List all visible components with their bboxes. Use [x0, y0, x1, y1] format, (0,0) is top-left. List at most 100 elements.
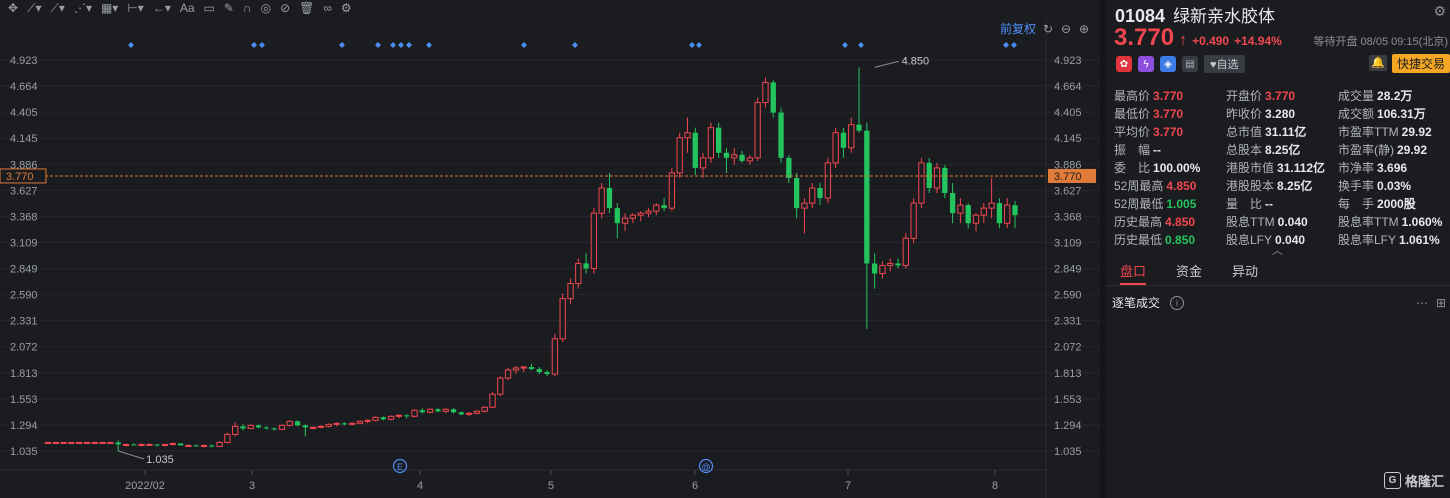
candle-body	[739, 154, 745, 161]
y-tick-label-left: 2.072	[10, 342, 38, 354]
event-marker	[426, 42, 432, 48]
stat-label: 股息LFY	[1226, 233, 1273, 247]
candle-body	[286, 420, 293, 426]
candle-body	[778, 112, 784, 158]
candle-body	[224, 433, 231, 443]
candle-body	[341, 423, 347, 425]
zoom-out-icon[interactable]: ⊖	[1060, 22, 1072, 36]
reset-icon[interactable]: ↻	[1042, 22, 1054, 36]
y-tick-label-left: 3.109	[10, 237, 38, 249]
candle-body	[949, 193, 956, 214]
current-price-label-left: 3.770	[6, 171, 34, 183]
stat-label: 最低价	[1114, 107, 1151, 121]
quote-stat: 市盈率(静) 29.92	[1338, 142, 1450, 158]
quick-trade-button[interactable]: 快捷交易	[1392, 54, 1450, 73]
y-tick-label-right: 3.109	[1054, 237, 1082, 249]
quote-stat: 股息率TTM 1.060%	[1338, 214, 1450, 230]
tab-fund-flow[interactable]: 资金	[1176, 258, 1202, 285]
candle-body	[185, 444, 192, 447]
candle-body	[731, 154, 738, 159]
candle-body	[801, 202, 808, 209]
stat-label: 港股市值	[1226, 161, 1275, 175]
y-tick-label-right: 1.294	[1054, 420, 1082, 432]
quote-stat: 昨收价 3.280	[1226, 106, 1338, 122]
candle-body	[232, 425, 239, 435]
quote-stat: 每 手 2000股	[1338, 196, 1450, 212]
stat-value: 100.00%	[1153, 161, 1201, 175]
y-tick-label-right: 2.072	[1054, 342, 1082, 354]
candle-body	[723, 152, 730, 158]
candle-body	[598, 187, 605, 214]
quote-stat: 最低价 3.770	[1114, 106, 1226, 122]
y-tick-label-right: 3.627	[1054, 185, 1082, 197]
candle-body	[856, 124, 862, 131]
candle-body	[52, 441, 59, 444]
lightning-icon[interactable]: ϟ	[1138, 56, 1154, 72]
tab-anomaly[interactable]: 异动	[1232, 258, 1258, 285]
event-marker	[375, 42, 381, 48]
y-tick-label-right: 1.813	[1054, 368, 1082, 380]
stock-tags: ✿ ϟ ◈ ▤ ♥自选	[1116, 55, 1245, 73]
event-marker	[689, 42, 695, 48]
y-tick-label-right: 1.553	[1054, 394, 1082, 406]
candle-body	[356, 420, 364, 424]
y-tick-label-right: 4.145	[1054, 133, 1082, 145]
quote-stat: 委 比 100.00%	[1114, 160, 1226, 176]
tab-orderbook[interactable]: 盘口	[1120, 258, 1147, 285]
candle-body	[551, 338, 559, 375]
stat-value: 106.31万	[1377, 107, 1426, 121]
stat-value: 2000股	[1377, 197, 1416, 211]
y-tick-label-left: 4.923	[10, 55, 38, 67]
candle-body	[473, 410, 481, 414]
more-icon[interactable]: ⋯	[1416, 296, 1428, 310]
stat-label: 总股本	[1226, 143, 1263, 157]
quote-stat: 平均价 3.770	[1114, 124, 1226, 140]
candle-body	[770, 82, 776, 113]
tick-trades-header: 逐笔成交 i ⋯ ⊞	[1112, 294, 1446, 311]
x-tick-label: 8	[992, 480, 998, 492]
up-arrow-icon: ↑	[1179, 32, 1188, 49]
candle-body	[972, 214, 980, 224]
candle-body	[536, 369, 542, 373]
y-tick-label-left: 3.627	[10, 185, 38, 197]
high-annotation-line	[874, 60, 899, 68]
candle-body	[161, 443, 169, 446]
y-tick-label-right: 4.923	[1054, 55, 1082, 67]
quote-stat: 开盘价 3.770	[1226, 88, 1338, 104]
candle-body	[512, 367, 520, 371]
gear-icon[interactable]: ⚙	[1433, 3, 1446, 20]
info-icon[interactable]: i	[1170, 295, 1185, 310]
tag-icon[interactable]: ◈	[1160, 56, 1176, 72]
hk-flag-icon[interactable]: ✿	[1116, 56, 1132, 72]
event-marker	[1003, 42, 1009, 48]
stat-value: 3.696	[1377, 161, 1408, 175]
candle-body	[559, 298, 566, 340]
zoom-in-icon[interactable]: ⊕	[1078, 22, 1090, 36]
bell-icon[interactable]: 🔔	[1369, 55, 1387, 71]
candle-body	[910, 202, 917, 239]
stat-label: 平均价	[1114, 125, 1151, 139]
y-tick-label-right: 3.368	[1054, 211, 1082, 223]
add-watchlist-button[interactable]: ♥自选	[1204, 55, 1245, 73]
candle-body	[754, 102, 761, 159]
price-adjust-button[interactable]: 前复权	[1000, 20, 1036, 37]
candle-body	[154, 444, 160, 446]
grid-view-icon[interactable]: ⊞	[1436, 296, 1446, 310]
chart-panel[interactable]: ✥ ⟋▾ ⟋▾ ⋰▾ ▦▾ ⊢▾ ←▾ Aa ▭ ✎ ∩ ◎ ⊘ 🗑 ∞ ⚙ 4…	[0, 0, 1100, 498]
tick-trades-title: 逐笔成交	[1112, 296, 1161, 310]
candle-body	[435, 409, 441, 412]
candle-body	[520, 366, 527, 369]
notebook-icon[interactable]: ▤	[1182, 56, 1198, 72]
candle-body	[458, 412, 464, 415]
candle-body	[442, 408, 449, 412]
chevron-up-icon[interactable]: ︿	[1272, 242, 1283, 258]
candle-body	[848, 124, 855, 149]
stat-label: 成交额	[1338, 107, 1375, 121]
stat-label: 股息率TTM	[1338, 215, 1399, 229]
candlestick-chart[interactable]: 4.923 4.923 4.664 4.664 4.405 4.405 4.145 4.145…	[0, 0, 1100, 498]
stat-value: 4.850	[1165, 215, 1196, 229]
candle-body	[965, 205, 971, 224]
stat-value: --	[1265, 197, 1274, 211]
candle-body	[567, 283, 574, 300]
stat-label: 港股股本	[1226, 179, 1275, 193]
